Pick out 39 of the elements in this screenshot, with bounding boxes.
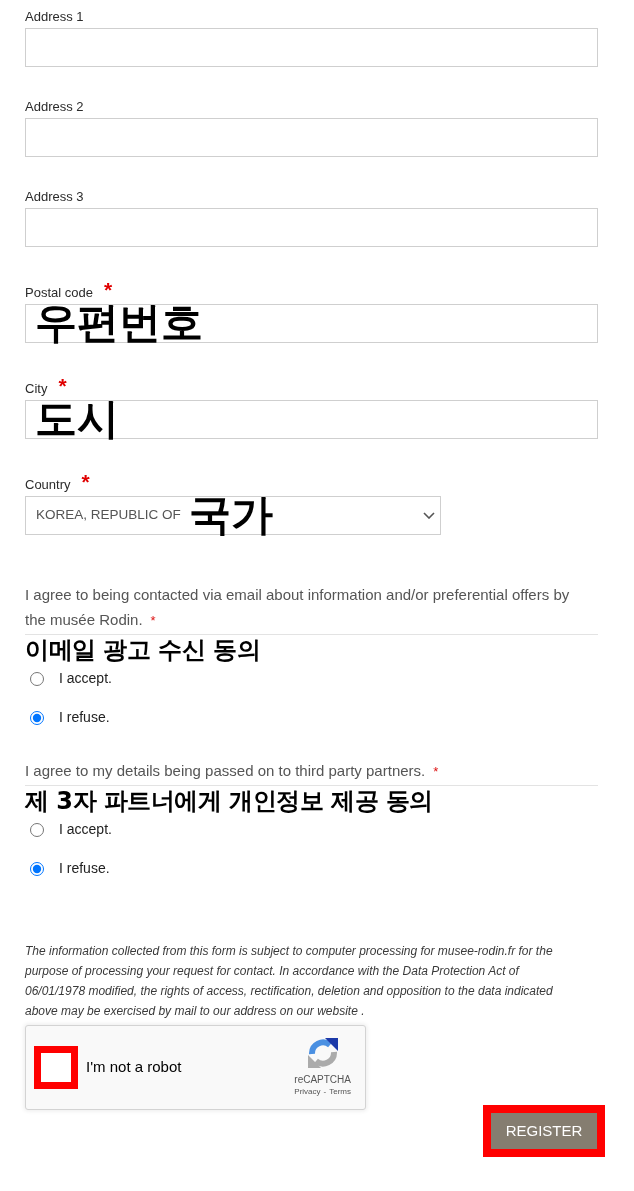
consent-text: I agree to being contacted via email about information and/or preferential offers by the musée Rodin. *	[25, 586, 570, 628]
input-field[interactable]	[25, 304, 598, 343]
input-field[interactable]	[25, 28, 598, 67]
field-label: Country	[25, 476, 71, 494]
field-label: Address 1	[25, 8, 84, 26]
captcha-checkbox[interactable]	[34, 1046, 78, 1089]
option-label[interactable]: I refuse.	[59, 707, 110, 728]
option-label[interactable]: I accept.	[59, 668, 112, 689]
radio-button[interactable]	[30, 671, 44, 686]
input-field[interactable]	[25, 208, 598, 247]
field-label: City	[25, 380, 48, 398]
chevron-down-icon	[423, 512, 435, 519]
privacy-notice: The information collected from this form is subject to computer processing for musee-rodin.fr for the purpose of processing your request for contact. In accordance with the Data Protection Act of 06/01/1978 modified, the rights of access, rectification, deletion and opposition to the data indicated above may be exercised by mail to our address on our website .	[25, 943, 554, 1020]
radio-button[interactable]	[30, 822, 44, 837]
link-separator: -	[323, 1086, 327, 1098]
input-field[interactable]	[25, 118, 598, 157]
terms-link[interactable]: Terms	[329, 1086, 351, 1098]
radio-button[interactable]	[30, 861, 44, 876]
option-label[interactable]: I accept.	[59, 819, 112, 840]
captcha-brand: reCAPTCHA	[294, 1073, 351, 1086]
captcha-label: I'm not a robot	[86, 1057, 182, 1078]
annotation-text: 도시	[35, 397, 119, 440]
register-button[interactable]: REGISTER	[491, 1113, 597, 1149]
annotation-text: 제 3자 파트너에게 개인정보 제공 동의	[25, 787, 433, 815]
field-label: Address 3	[25, 188, 84, 206]
annotation-text: 국가	[189, 493, 273, 536]
input-field[interactable]	[25, 400, 598, 439]
annotation-text: 이메일 광고 수신 동의	[25, 636, 261, 664]
annotation-text: 우편번호	[35, 301, 203, 344]
field-label: Address 2	[25, 98, 84, 116]
required-asterisk: *	[103, 278, 113, 302]
required-asterisk: *	[58, 374, 67, 398]
option-label[interactable]: I refuse.	[59, 858, 110, 879]
radio-button[interactable]	[30, 710, 44, 725]
privacy-link[interactable]: Privacy	[294, 1086, 321, 1098]
field-label: Postal code	[25, 284, 93, 302]
required-asterisk: *	[81, 470, 90, 494]
consent-text: I agree to my details being passed on to third party partners. *	[25, 762, 439, 779]
circular-arrows-icon	[306, 1037, 339, 1069]
